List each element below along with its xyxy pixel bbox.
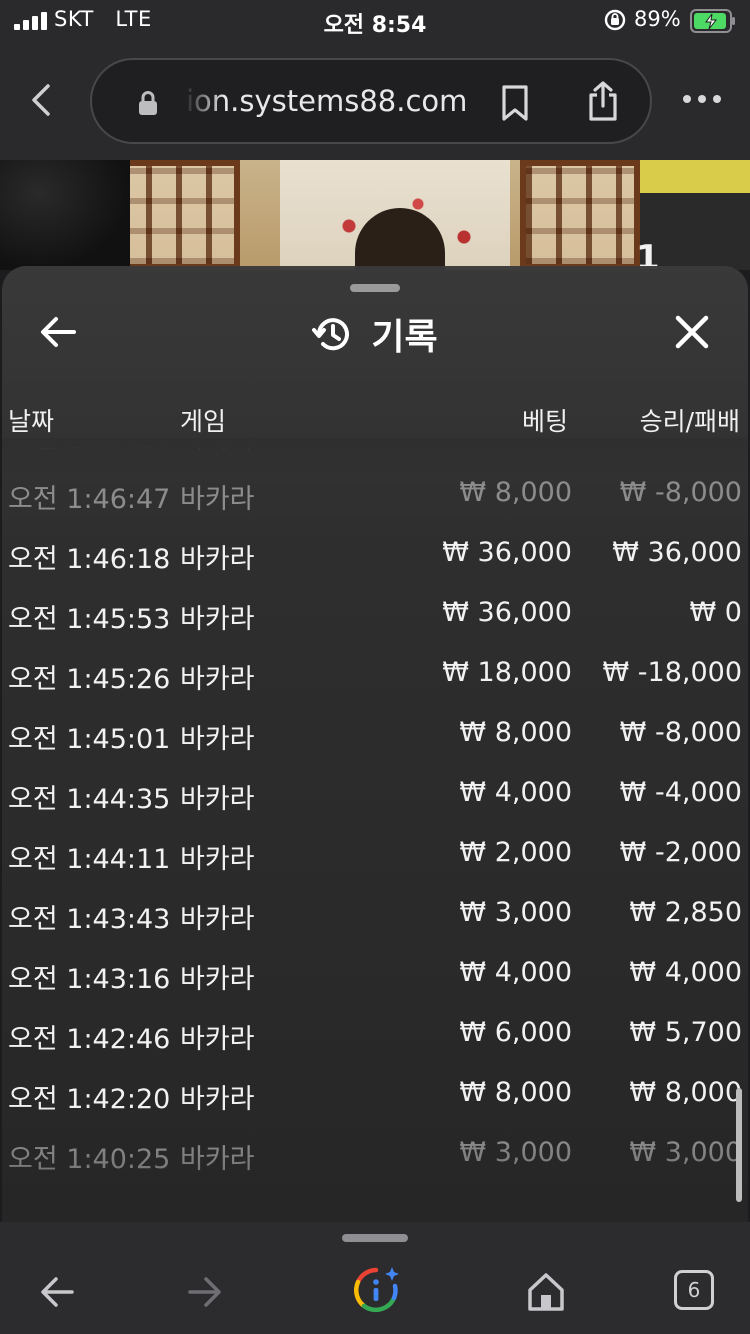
row-time: 오전 1:45:26 — [8, 664, 171, 695]
row-result: ₩ -2,000 — [619, 837, 742, 868]
browser-toolbar: 6 — [0, 1222, 750, 1334]
row-time: 오전 1:43:43 — [8, 904, 171, 935]
browser-back-icon[interactable] — [26, 80, 56, 120]
share-icon[interactable] — [586, 80, 620, 122]
row-time: 오전 1:42:20 — [8, 1084, 171, 1115]
row-time: 오전 1:43:16 — [8, 964, 171, 995]
history-sheet: 기록 날짜 게임 베팅 승리/패배 오전 1:47:14바카라₩ 16,000₩… — [2, 266, 748, 1224]
row-result: ₩ 2,850 — [629, 897, 742, 928]
row-bet: ₩ 4,000 — [459, 957, 572, 988]
home-icon[interactable] — [526, 1270, 566, 1314]
row-result: ₩ -4,000 — [619, 777, 742, 808]
row-time: 오전 1:45:53 — [8, 604, 171, 635]
history-list[interactable]: 오전 1:47:14바카라₩ 16,000₩ -16,000오전 1:46:47… — [2, 438, 748, 1224]
close-icon[interactable] — [674, 314, 710, 350]
toolbar-handle[interactable] — [342, 1234, 408, 1242]
nav-back-icon[interactable] — [38, 1270, 76, 1314]
list-fade-top — [2, 438, 748, 478]
history-icon — [312, 318, 350, 351]
column-header-game[interactable]: 게임 — [180, 402, 226, 438]
row-game: 바카라 — [180, 724, 255, 755]
row-time: 오전 1:46:18 — [8, 544, 171, 575]
history-row[interactable]: 오전 1:45:01 바카라 ₩ 8,000 ₩ -8,000 — [2, 704, 748, 764]
status-bar: SKT LTE 오전 8:54 89% — [0, 0, 750, 44]
orientation-lock-icon — [604, 9, 626, 31]
row-time: 오전 1:42:46 — [8, 1024, 171, 1055]
history-row[interactable]: 오전 1:45:53 바카라 ₩ 36,000 ₩ 0 — [2, 584, 748, 644]
google-lens-icon[interactable] — [350, 1264, 402, 1316]
browser-address-area: ion.systems88.com — [0, 44, 750, 160]
url-text[interactable]: ion.systems88.com — [186, 84, 467, 118]
tab-count-button[interactable]: 6 — [674, 1270, 714, 1310]
battery-icon — [690, 9, 735, 33]
row-time: 오전 1:44:11 — [8, 844, 171, 875]
row-bet: ₩ 8,000 — [459, 717, 572, 748]
row-game: 바카라 — [180, 844, 255, 875]
row-bet: ₩ 8,000 — [459, 477, 572, 508]
history-row[interactable]: 오전 1:42:46 바카라 ₩ 6,000 ₩ 5,700 — [2, 1004, 748, 1064]
row-result: ₩ 5,700 — [629, 1017, 742, 1048]
row-result: ₩ 36,000 — [612, 537, 742, 568]
row-result: ₩ 0 — [689, 597, 742, 628]
row-bet: ₩ 8,000 — [459, 1077, 572, 1108]
history-row[interactable]: 오전 1:44:11 바카라 ₩ 2,000 ₩ -2,000 — [2, 824, 748, 884]
battery-percent: 89% — [634, 7, 681, 31]
sheet-grabber[interactable] — [350, 284, 400, 292]
row-result: ₩ 4,000 — [629, 957, 742, 988]
row-time: 오전 1:44:35 — [8, 784, 171, 815]
row-bet: ₩ 18,000 — [442, 657, 572, 688]
row-game: 바카라 — [180, 964, 255, 995]
row-bet: ₩ 6,000 — [459, 1017, 572, 1048]
history-row[interactable]: 오전 1:45:26 바카라 ₩ 18,000 ₩ -18,000 — [2, 644, 748, 704]
sheet-title: 기록 — [371, 317, 438, 358]
row-game: 바카라 — [180, 484, 255, 515]
history-row[interactable]: 오전 1:43:16 바카라 ₩ 4,000 ₩ 4,000 — [2, 944, 748, 1004]
row-game: 바카라 — [180, 544, 255, 575]
row-bet: ₩ 36,000 — [442, 537, 572, 568]
row-result: ₩ -18,000 — [602, 657, 743, 688]
row-game: 바카라 — [180, 784, 255, 815]
column-header-bet[interactable]: 베팅 — [522, 402, 568, 438]
address-bar[interactable]: ion.systems88.com — [90, 58, 652, 144]
row-time: 오전 1:46:47 — [8, 484, 171, 515]
live-video: 1 — [0, 160, 750, 270]
more-icon[interactable] — [682, 92, 722, 106]
row-bet: ₩ 4,000 — [459, 777, 572, 808]
nav-forward-icon[interactable] — [186, 1270, 224, 1314]
column-header-win-loss[interactable]: 승리/패배 — [640, 402, 740, 438]
row-result: ₩ -8,000 — [619, 477, 742, 508]
column-header-date[interactable]: 날짜 — [8, 402, 54, 438]
url-fade — [184, 80, 224, 124]
row-bet: ₩ 2,000 — [459, 837, 572, 868]
history-row[interactable]: 오전 1:42:20 바카라 ₩ 8,000 ₩ 8,000 — [2, 1064, 748, 1124]
row-bet: ₩ 36,000 — [442, 597, 572, 628]
row-time: 오전 1:45:01 — [8, 724, 171, 755]
sheet-header: 기록 — [2, 308, 748, 360]
row-game: 바카라 — [180, 664, 255, 695]
person-silhouette — [0, 160, 130, 270]
scrollbar[interactable] — [736, 1088, 742, 1202]
row-game: 바카라 — [180, 604, 255, 635]
history-row[interactable]: 오전 1:44:35 바카라 ₩ 4,000 ₩ -4,000 — [2, 764, 748, 824]
padlock-icon — [139, 91, 157, 115]
row-game: 바카라 — [180, 904, 255, 935]
window-lattice — [520, 160, 640, 270]
row-game: 바카라 — [180, 1084, 255, 1115]
list-fade-bottom — [2, 1138, 748, 1224]
row-game: 바카라 — [180, 1024, 255, 1055]
bookmark-icon[interactable] — [500, 84, 530, 122]
row-result: ₩ 8,000 — [629, 1077, 742, 1108]
history-row[interactable]: 오전 1:43:43 바카라 ₩ 3,000 ₩ 2,850 — [2, 884, 748, 944]
row-result: ₩ -8,000 — [619, 717, 742, 748]
history-row[interactable]: 오전 1:46:18 바카라 ₩ 36,000 ₩ 36,000 — [2, 524, 748, 584]
row-bet: ₩ 3,000 — [459, 897, 572, 928]
